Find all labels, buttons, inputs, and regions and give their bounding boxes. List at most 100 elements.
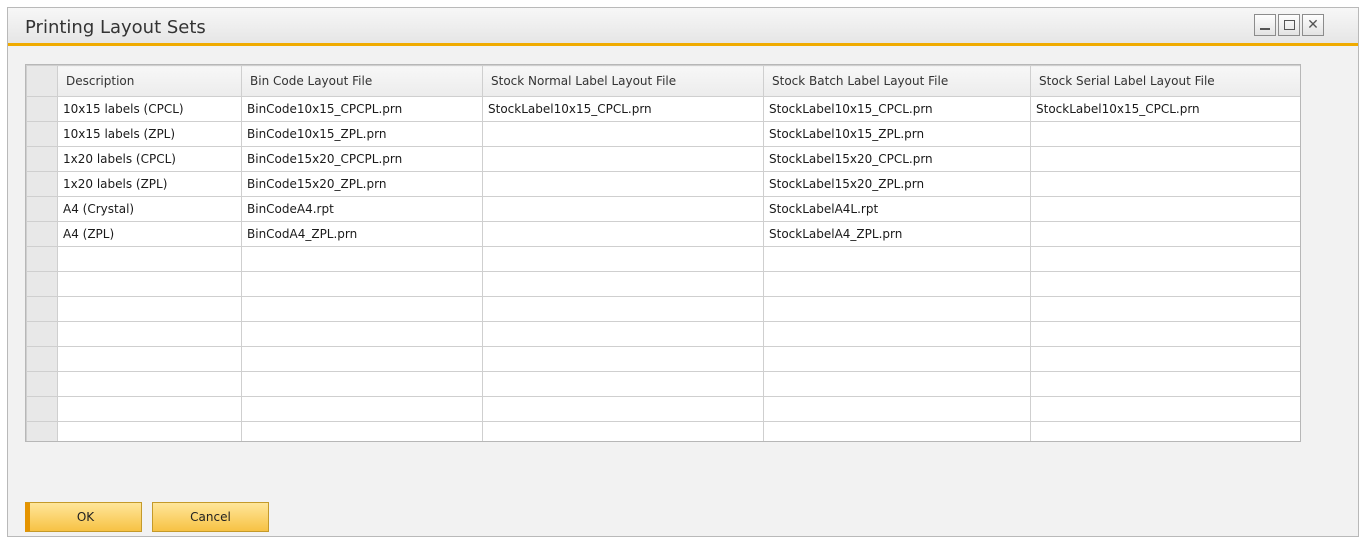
table-row[interactable]: A4 (Crystal) BinCodeA4.rpt StockLabelA4L.r…	[26, 196, 1300, 222]
cell-stock-serial-label-layout-file[interactable]	[1030, 346, 1300, 372]
title-bar[interactable]: Printing Layout Sets ✕	[8, 8, 1358, 46]
ok-button[interactable]: OK	[25, 502, 142, 532]
cell-bin-code-layout-file[interactable]: BinCode10x15_CPCPL.prn	[241, 96, 483, 122]
cell-description[interactable]	[57, 321, 242, 347]
cell-stock-normal-label-layout-file[interactable]	[482, 421, 764, 441]
cell-stock-normal-label-layout-file[interactable]	[482, 196, 764, 222]
cell-bin-code-layout-file[interactable]	[241, 371, 483, 397]
cancel-button[interactable]: Cancel	[152, 502, 269, 532]
cell-description[interactable]	[57, 371, 242, 397]
column-header-stock-normal-label-layout-file[interactable]: Stock Normal Label Layout File	[482, 65, 764, 97]
cell-description[interactable]: 10x15 labels (CPCL)	[57, 96, 242, 122]
row-header[interactable]	[26, 146, 58, 172]
cell-description[interactable]	[57, 296, 242, 322]
row-header[interactable]	[26, 246, 58, 272]
cell-stock-batch-label-layout-file[interactable]	[763, 421, 1031, 441]
cell-stock-serial-label-layout-file[interactable]	[1030, 171, 1300, 197]
cell-stock-normal-label-layout-file[interactable]	[482, 271, 764, 297]
cell-stock-batch-label-layout-file[interactable]: StockLabel15x20_CPCL.prn	[763, 146, 1031, 172]
cell-description[interactable]	[57, 396, 242, 422]
cell-stock-serial-label-layout-file[interactable]	[1030, 196, 1300, 222]
minimize-button[interactable]	[1254, 14, 1276, 36]
cell-description[interactable]: A4 (ZPL)	[57, 221, 242, 247]
table-row[interactable]	[26, 371, 1300, 397]
row-header[interactable]	[26, 96, 58, 122]
table-row[interactable]: 1x20 labels (CPCL) BinCode15x20_CPCPL.prn…	[26, 146, 1300, 172]
table-row[interactable]: 1x20 labels (ZPL) BinCode15x20_ZPL.prn Sto…	[26, 171, 1300, 197]
row-header[interactable]	[26, 196, 58, 222]
cell-bin-code-layout-file[interactable]	[241, 421, 483, 441]
table-row[interactable]	[26, 346, 1300, 372]
cell-stock-batch-label-layout-file[interactable]	[763, 321, 1031, 347]
row-header[interactable]	[26, 421, 58, 441]
cell-bin-code-layout-file[interactable]: BinCodA4_ZPL.prn	[241, 221, 483, 247]
cell-stock-batch-label-layout-file[interactable]: StockLabel10x15_CPCL.prn	[763, 96, 1031, 122]
cell-stock-normal-label-layout-file[interactable]	[482, 171, 764, 197]
cell-description[interactable]	[57, 246, 242, 272]
column-header-stock-batch-label-layout-file[interactable]: Stock Batch Label Layout File	[763, 65, 1031, 97]
table-row[interactable]	[26, 321, 1300, 347]
cell-stock-serial-label-layout-file[interactable]	[1030, 271, 1300, 297]
table-row[interactable]: 10x15 labels (ZPL) BinCode10x15_ZPL.prn St…	[26, 121, 1300, 147]
cell-description[interactable]	[57, 346, 242, 372]
cell-description[interactable]: 1x20 labels (CPCL)	[57, 146, 242, 172]
cell-bin-code-layout-file[interactable]: BinCode10x15_ZPL.prn	[241, 121, 483, 147]
cell-description[interactable]	[57, 271, 242, 297]
cell-bin-code-layout-file[interactable]	[241, 296, 483, 322]
table-row[interactable]	[26, 296, 1300, 322]
table-row[interactable]: A4 (ZPL) BinCodA4_ZPL.prn StockLabelA4_ZPL…	[26, 221, 1300, 247]
cell-stock-serial-label-layout-file[interactable]	[1030, 396, 1300, 422]
cell-bin-code-layout-file[interactable]	[241, 396, 483, 422]
cell-stock-serial-label-layout-file[interactable]: StockLabel10x15_CPCL.prn	[1030, 96, 1300, 122]
cell-stock-serial-label-layout-file[interactable]	[1030, 421, 1300, 441]
cell-stock-serial-label-layout-file[interactable]	[1030, 296, 1300, 322]
row-header[interactable]	[26, 396, 58, 422]
cell-stock-normal-label-layout-file[interactable]	[482, 246, 764, 272]
cell-stock-batch-label-layout-file[interactable]: StockLabel15x20_ZPL.prn	[763, 171, 1031, 197]
cell-stock-batch-label-layout-file[interactable]	[763, 396, 1031, 422]
table-row[interactable]: 10x15 labels (CPCL) BinCode10x15_CPCPL.pr…	[26, 96, 1300, 122]
cell-bin-code-layout-file[interactable]	[241, 346, 483, 372]
cell-stock-batch-label-layout-file[interactable]	[763, 371, 1031, 397]
row-header[interactable]	[26, 296, 58, 322]
column-header-stock-serial-label-layout-file[interactable]: Stock Serial Label Layout File	[1030, 65, 1300, 97]
row-header[interactable]	[26, 371, 58, 397]
column-header-bin-code-layout-file[interactable]: Bin Code Layout File	[241, 65, 483, 97]
row-header[interactable]	[26, 321, 58, 347]
cell-description[interactable]: A4 (Crystal)	[57, 196, 242, 222]
maximize-button[interactable]	[1278, 14, 1300, 36]
cell-stock-normal-label-layout-file[interactable]	[482, 296, 764, 322]
cell-stock-batch-label-layout-file[interactable]	[763, 271, 1031, 297]
cell-stock-normal-label-layout-file[interactable]	[482, 221, 764, 247]
close-button[interactable]: ✕	[1302, 14, 1324, 36]
cell-stock-normal-label-layout-file[interactable]	[482, 121, 764, 147]
cell-description[interactable]	[57, 421, 242, 441]
table-row[interactable]	[26, 421, 1300, 441]
cell-stock-normal-label-layout-file[interactable]	[482, 371, 764, 397]
cell-stock-batch-label-layout-file[interactable]: StockLabel10x15_ZPL.prn	[763, 121, 1031, 147]
cell-bin-code-layout-file[interactable]: BinCode15x20_ZPL.prn	[241, 171, 483, 197]
cell-bin-code-layout-file[interactable]	[241, 321, 483, 347]
row-header[interactable]	[26, 221, 58, 247]
row-header[interactable]	[26, 171, 58, 197]
cell-bin-code-layout-file[interactable]	[241, 271, 483, 297]
cell-stock-serial-label-layout-file[interactable]	[1030, 221, 1300, 247]
cell-stock-serial-label-layout-file[interactable]	[1030, 321, 1300, 347]
row-header-corner[interactable]	[26, 65, 58, 97]
cell-stock-serial-label-layout-file[interactable]	[1030, 246, 1300, 272]
column-header-description[interactable]: Description	[57, 65, 242, 97]
cell-description[interactable]: 10x15 labels (ZPL)	[57, 121, 242, 147]
cell-stock-batch-label-layout-file[interactable]: StockLabelA4_ZPL.prn	[763, 221, 1031, 247]
cell-stock-serial-label-layout-file[interactable]	[1030, 121, 1300, 147]
cell-bin-code-layout-file[interactable]: BinCodeA4.rpt	[241, 196, 483, 222]
table-row[interactable]	[26, 396, 1300, 422]
row-header[interactable]	[26, 271, 58, 297]
row-header[interactable]	[26, 121, 58, 147]
cell-bin-code-layout-file[interactable]: BinCode15x20_CPCPL.prn	[241, 146, 483, 172]
cell-stock-normal-label-layout-file[interactable]: StockLabel10x15_CPCL.prn	[482, 96, 764, 122]
table-row[interactable]	[26, 246, 1300, 272]
cell-description[interactable]: 1x20 labels (ZPL)	[57, 171, 242, 197]
cell-bin-code-layout-file[interactable]	[241, 246, 483, 272]
cell-stock-serial-label-layout-file[interactable]	[1030, 371, 1300, 397]
cell-stock-normal-label-layout-file[interactable]	[482, 346, 764, 372]
